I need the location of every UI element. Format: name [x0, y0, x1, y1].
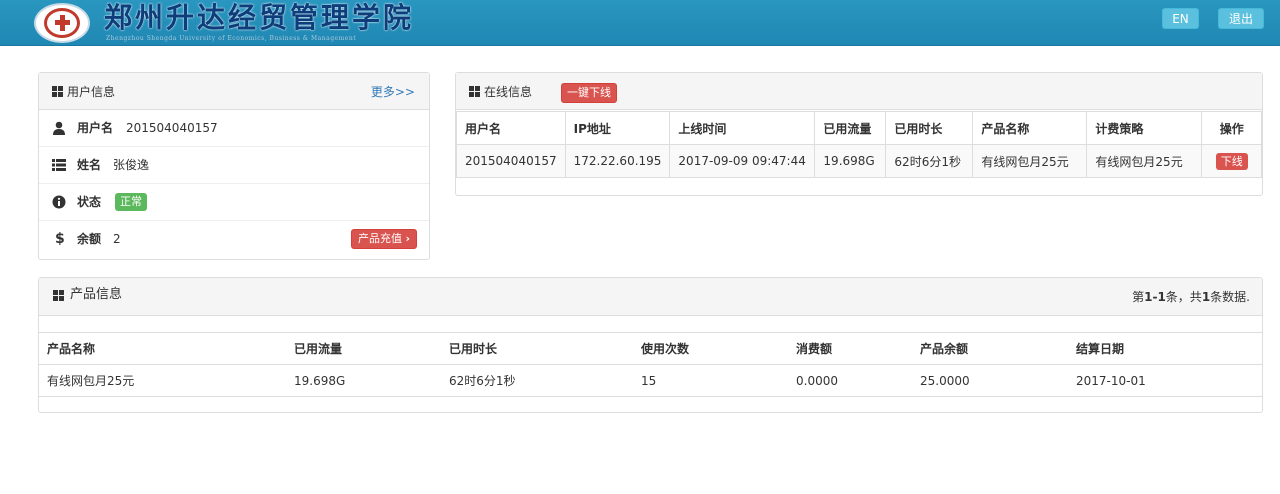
cell-product: 有线网包月25元	[972, 144, 1088, 178]
cell-used-traffic: 19.698G	[814, 144, 887, 178]
online-info-heading: 在线信息 一键下线	[456, 73, 1262, 110]
recharge-button[interactable]: 产品充值 ›	[351, 229, 418, 249]
user-icon	[53, 121, 65, 135]
offline-button[interactable]: 下线	[1215, 152, 1248, 170]
product-table: 产品名称 已用流量 已用时长 使用次数 消费额 产品余额 结算日期 有线网包月2…	[39, 332, 1262, 397]
user-info-title: 用户信息	[67, 85, 116, 99]
status-label: 状态	[77, 195, 102, 209]
balance-row: $ 余额 2 产品充值 ›	[39, 221, 429, 258]
table-row: 201504040157 172.22.60.195 2017-09-09 09…	[456, 144, 1262, 178]
cell-billing: 有线网包月25元	[1086, 144, 1203, 178]
username-value: 201504040157	[126, 121, 218, 135]
username-label: 用户名	[77, 121, 114, 135]
cell-settle-date: 2017-10-01	[1068, 364, 1262, 397]
school-seal-logo	[34, 3, 90, 43]
kick-all-offline-button[interactable]: 一键下线	[561, 83, 617, 103]
user-info-heading: 用户信息 更多>>	[39, 73, 429, 110]
col-used-duration: 已用时长	[885, 111, 974, 145]
col-product-balance: 产品余额	[912, 332, 1068, 365]
table-row: 有线网包月25元 19.698G 62时6分1秒 15 0.0000 25.00…	[39, 364, 1262, 397]
table-header-row: 产品名称 已用流量 已用时长 使用次数 消费额 产品余额 结算日期	[39, 332, 1262, 365]
online-info-title: 在线信息	[484, 85, 533, 99]
info-circle-icon	[52, 195, 66, 209]
th-large-icon	[52, 86, 63, 97]
cell-used-duration: 62时6分1秒	[441, 364, 633, 397]
col-ip: IP地址	[564, 111, 671, 145]
product-info-title: 产品信息	[70, 287, 123, 302]
status-badge: 正常	[115, 193, 147, 211]
chevron-right-icon: ›	[405, 232, 411, 245]
name-label: 姓名	[77, 158, 102, 172]
table-header-row: 用户名 IP地址 上线时间 已用流量 已用时长 产品名称 计费策略 操作	[456, 111, 1262, 145]
online-info-panel: 在线信息 一键下线 用户名 IP地址 上线时间 已用流量 已用时长 产品名称 计…	[455, 72, 1263, 196]
th-large-icon	[53, 290, 64, 301]
col-used-traffic: 已用流量	[814, 111, 887, 145]
name-value: 张俊逸	[113, 158, 150, 172]
username-row: 用户名 201504040157	[39, 110, 429, 147]
col-product-name: 产品名称	[39, 332, 286, 365]
top-header: 郑州升达经贸管理学院 Zhengzhou Shengda University …	[0, 0, 1280, 46]
logout-button[interactable]: 退出	[1218, 8, 1264, 29]
online-table: 用户名 IP地址 上线时间 已用流量 已用时长 产品名称 计费策略 操作 201…	[456, 111, 1262, 178]
cell-consumption: 0.0000	[788, 364, 912, 397]
more-link[interactable]: 更多>>	[371, 85, 415, 99]
status-row: 状态 正常	[39, 184, 429, 221]
product-info-heading: 产品信息 第1-1条，共1条数据.	[39, 278, 1262, 316]
dollar-icon: $	[55, 231, 65, 247]
school-name-english: Zhengzhou Shengda University of Economic…	[106, 35, 357, 42]
cell-product-name: 有线网包月25元	[39, 364, 286, 397]
col-username: 用户名	[456, 111, 566, 145]
product-info-panel: 产品信息 第1-1条，共1条数据. 产品名称 已用流量 已用时长 使用次数 消费…	[38, 277, 1263, 413]
col-product: 产品名称	[972, 111, 1088, 145]
col-use-count: 使用次数	[633, 332, 788, 365]
cell-used-traffic: 19.698G	[286, 364, 441, 397]
balance-label: 余额	[77, 232, 102, 246]
col-used-duration: 已用时长	[441, 332, 633, 365]
language-button[interactable]: EN	[1162, 8, 1199, 29]
cell-ip: 172.22.60.195	[564, 144, 671, 178]
th-large-icon	[469, 86, 480, 97]
balance-value: 2	[113, 232, 121, 246]
school-name-logo: 郑州升达经贸管理学院	[104, 1, 415, 34]
cell-used-duration: 62时6分1秒	[885, 144, 974, 178]
col-billing: 计费策略	[1086, 111, 1203, 145]
col-consumption: 消费额	[788, 332, 912, 365]
cell-action: 下线	[1201, 144, 1262, 178]
col-online-time: 上线时间	[669, 111, 816, 145]
cell-use-count: 15	[633, 364, 788, 397]
cell-username: 201504040157	[456, 144, 566, 178]
list-icon	[52, 159, 66, 171]
col-action: 操作	[1201, 111, 1262, 145]
col-settle-date: 结算日期	[1068, 332, 1262, 365]
name-row: 姓名 张俊逸	[39, 147, 429, 184]
cell-online-time: 2017-09-09 09:47:44	[669, 144, 816, 178]
user-info-panel: 用户信息 更多>> 用户名 201504040157 姓名 张俊逸 状态 正常 …	[38, 72, 430, 260]
cell-product-balance: 25.0000	[912, 364, 1068, 397]
recharge-button-label: 产品充值	[358, 232, 402, 245]
record-count: 第1-1条，共1条数据.	[1132, 290, 1250, 304]
col-used-traffic: 已用流量	[286, 332, 441, 365]
